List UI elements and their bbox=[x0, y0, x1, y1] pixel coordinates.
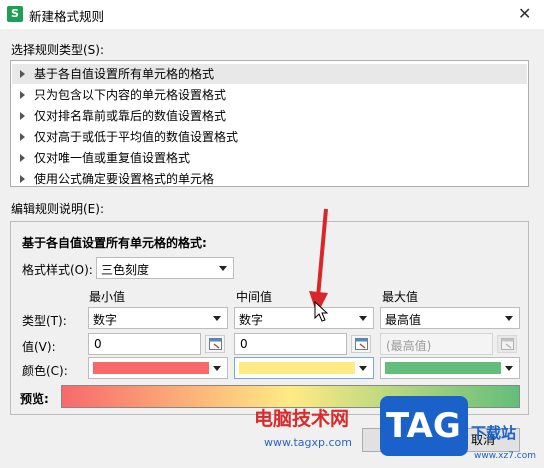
triangle-right-icon bbox=[20, 154, 25, 162]
min-color-swatch bbox=[93, 362, 209, 374]
triangle-right-icon bbox=[20, 70, 25, 78]
max-color-swatch bbox=[385, 362, 501, 374]
min-cell-picker-icon[interactable] bbox=[205, 335, 225, 353]
max-type-select[interactable]: 最高值 bbox=[380, 307, 520, 329]
triangle-right-icon bbox=[20, 133, 25, 141]
rule-type-item[interactable]: 只为包含以下内容的单元格设置格式 bbox=[12, 85, 527, 105]
mid-color-picker[interactable] bbox=[234, 357, 374, 379]
tag-logo: TAG bbox=[380, 396, 468, 456]
chevron-down-icon bbox=[359, 366, 367, 371]
color-row-label: 颜色(C): bbox=[22, 364, 68, 378]
app-icon: S bbox=[7, 6, 23, 22]
rule-type-item[interactable]: 仅对排名靠前或靠后的数值设置格式 bbox=[12, 106, 527, 126]
triangle-right-icon bbox=[20, 112, 25, 120]
chevron-down-icon bbox=[213, 316, 221, 321]
value-row-label: 值(V): bbox=[22, 340, 56, 354]
chevron-down-icon bbox=[213, 366, 221, 371]
watermark: 电脑技术网 www.tagxp.com bbox=[250, 398, 400, 468]
format-style-select[interactable]: 三色刻度 bbox=[96, 257, 234, 279]
triangle-right-icon bbox=[20, 175, 25, 183]
rule-type-item[interactable]: 仅对唯一值或重复值设置格式 bbox=[12, 148, 527, 168]
rule-type-item[interactable]: 基于各自值设置所有单元格的格式 bbox=[12, 64, 527, 84]
chevron-down-icon bbox=[505, 316, 513, 321]
window-title: 新建格式规则 bbox=[29, 9, 105, 24]
preview-label: 预览: bbox=[20, 392, 49, 406]
mid-cell-picker-icon[interactable] bbox=[351, 335, 371, 353]
rule-type-item[interactable]: 仅对高于或低于平均值的数值设置格式 bbox=[12, 127, 527, 147]
watermark-site-name: 电脑技术网 bbox=[254, 408, 350, 430]
mid-column-header: 中间值 bbox=[236, 290, 273, 304]
chevron-down-icon bbox=[359, 316, 367, 321]
rule-type-list[interactable]: 基于各自值设置所有单元格的格式 只为包含以下内容的单元格设置格式 仅对排名靠前或… bbox=[10, 60, 529, 187]
edit-rule-subtitle: 基于各自值设置所有单元格的格式: bbox=[22, 236, 207, 250]
max-column-header: 最大值 bbox=[382, 290, 419, 304]
chevron-down-icon bbox=[505, 366, 513, 371]
triangle-right-icon bbox=[20, 91, 25, 99]
min-type-select[interactable]: 数字 bbox=[88, 307, 228, 329]
mouse-cursor-icon bbox=[314, 301, 329, 322]
rule-type-heading: 选择规则类型(S): bbox=[11, 43, 105, 57]
watermark-domain: www.xz7.com bbox=[474, 451, 536, 461]
min-value-input[interactable]: 0 bbox=[88, 333, 201, 355]
watermark-download-text: 下载站 bbox=[471, 424, 517, 442]
mid-color-swatch bbox=[239, 362, 355, 374]
edit-rule-heading: 编辑规则说明(E): bbox=[11, 202, 104, 216]
max-cell-picker-icon bbox=[497, 335, 517, 353]
type-row-label: 类型(T): bbox=[22, 314, 67, 328]
mid-value-input[interactable]: 0 bbox=[234, 333, 347, 355]
max-value-input: (最高值) bbox=[380, 333, 493, 355]
min-column-header: 最小值 bbox=[89, 290, 126, 304]
watermark-url: www.tagxp.com bbox=[264, 436, 352, 449]
chevron-down-icon bbox=[219, 266, 227, 271]
min-color-picker[interactable] bbox=[88, 357, 228, 379]
max-color-picker[interactable] bbox=[380, 357, 520, 379]
close-icon[interactable]: ✕ bbox=[518, 4, 531, 23]
title-bar: S 新建格式规则 ✕ bbox=[0, 0, 544, 28]
rule-type-item[interactable]: 使用公式确定要设置格式的单元格 bbox=[12, 169, 527, 189]
format-style-label: 格式样式(O): bbox=[22, 263, 93, 277]
